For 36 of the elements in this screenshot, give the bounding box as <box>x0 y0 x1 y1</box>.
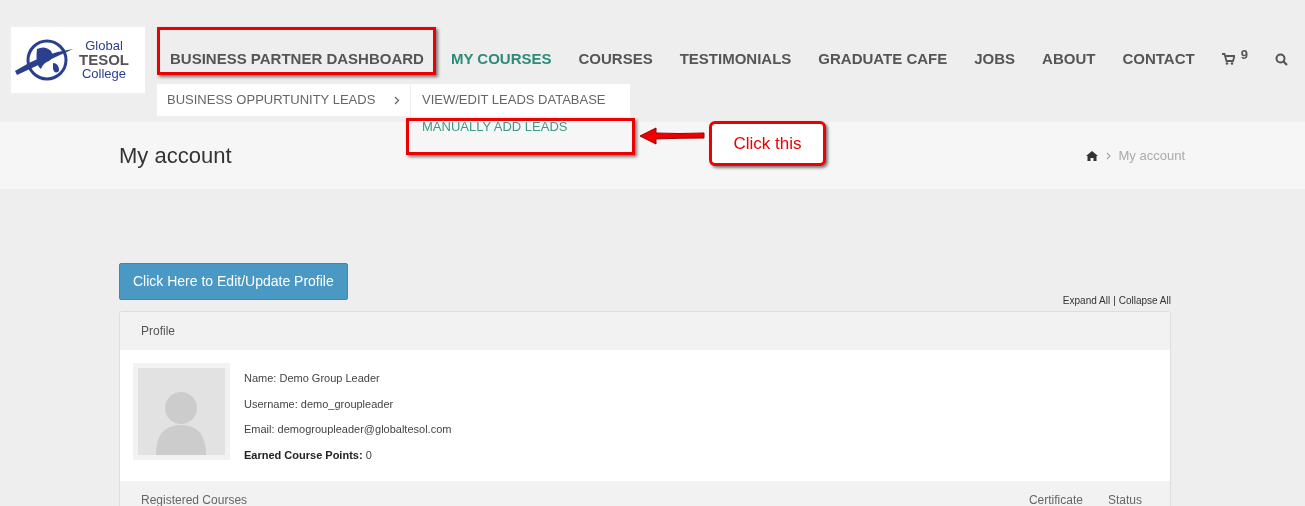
profile-field: Email: demogroupleader@globaltesol.com <box>244 421 452 438</box>
column-heading: Status <box>1107 492 1142 506</box>
page-title: My account <box>119 142 232 170</box>
logo-text: Global <box>85 39 123 53</box>
logo-text: College <box>81 67 127 81</box>
profile-field: Earned Course Points: 0 <box>244 446 452 463</box>
separator-text: | <box>1113 294 1116 308</box>
globe-icon <box>13 37 75 83</box>
expand-all-link[interactable]: Expand All <box>1062 293 1111 308</box>
nav-link[interactable]: JOBS <box>974 48 1016 71</box>
arrow-icon <box>638 126 706 146</box>
column-heading: Certificate <box>1028 492 1083 506</box>
nav-link[interactable]: CONTACT <box>1122 48 1195 71</box>
profile-field: Username: demo_groupleader <box>244 395 452 412</box>
logo-text: TESOL <box>79 53 129 67</box>
chevron-right-icon <box>394 95 400 105</box>
collapse-all-link[interactable]: Collapse All <box>1118 293 1171 308</box>
search-icon[interactable] <box>1274 52 1288 66</box>
nav-link[interactable]: TESTIMONIALS <box>679 48 792 71</box>
chevron-right-icon <box>1105 151 1111 160</box>
nav-link[interactable]: BUSINESS PARTNER DASHBOARD <box>170 48 424 71</box>
profile-field: Name: Demo Group Leader <box>244 370 452 387</box>
cart-icon[interactable] <box>1221 53 1235 66</box>
nav-link[interactable]: GRADUATE CAFE <box>818 48 948 71</box>
column-heading: Registered Courses <box>141 492 249 506</box>
submenu-item[interactable]: BUSINESS OPPURTUNITY LEADS <box>157 84 410 116</box>
nav-link[interactable]: COURSES <box>578 48 653 71</box>
home-icon[interactable] <box>1085 150 1098 161</box>
nav-link[interactable]: ABOUT <box>1042 48 1096 71</box>
submenu-item[interactable]: VIEW/EDIT LEADS DATABASE <box>411 84 630 116</box>
logo[interactable]: Global TESOL College <box>11 27 145 93</box>
callout-label: Click this <box>709 121 826 166</box>
panel-heading: Profile <box>120 312 1170 350</box>
nav-link[interactable]: MY COURSES <box>450 48 552 71</box>
breadcrumb-item: My account <box>1118 146 1185 165</box>
cart-count: 9 <box>1240 46 1248 65</box>
